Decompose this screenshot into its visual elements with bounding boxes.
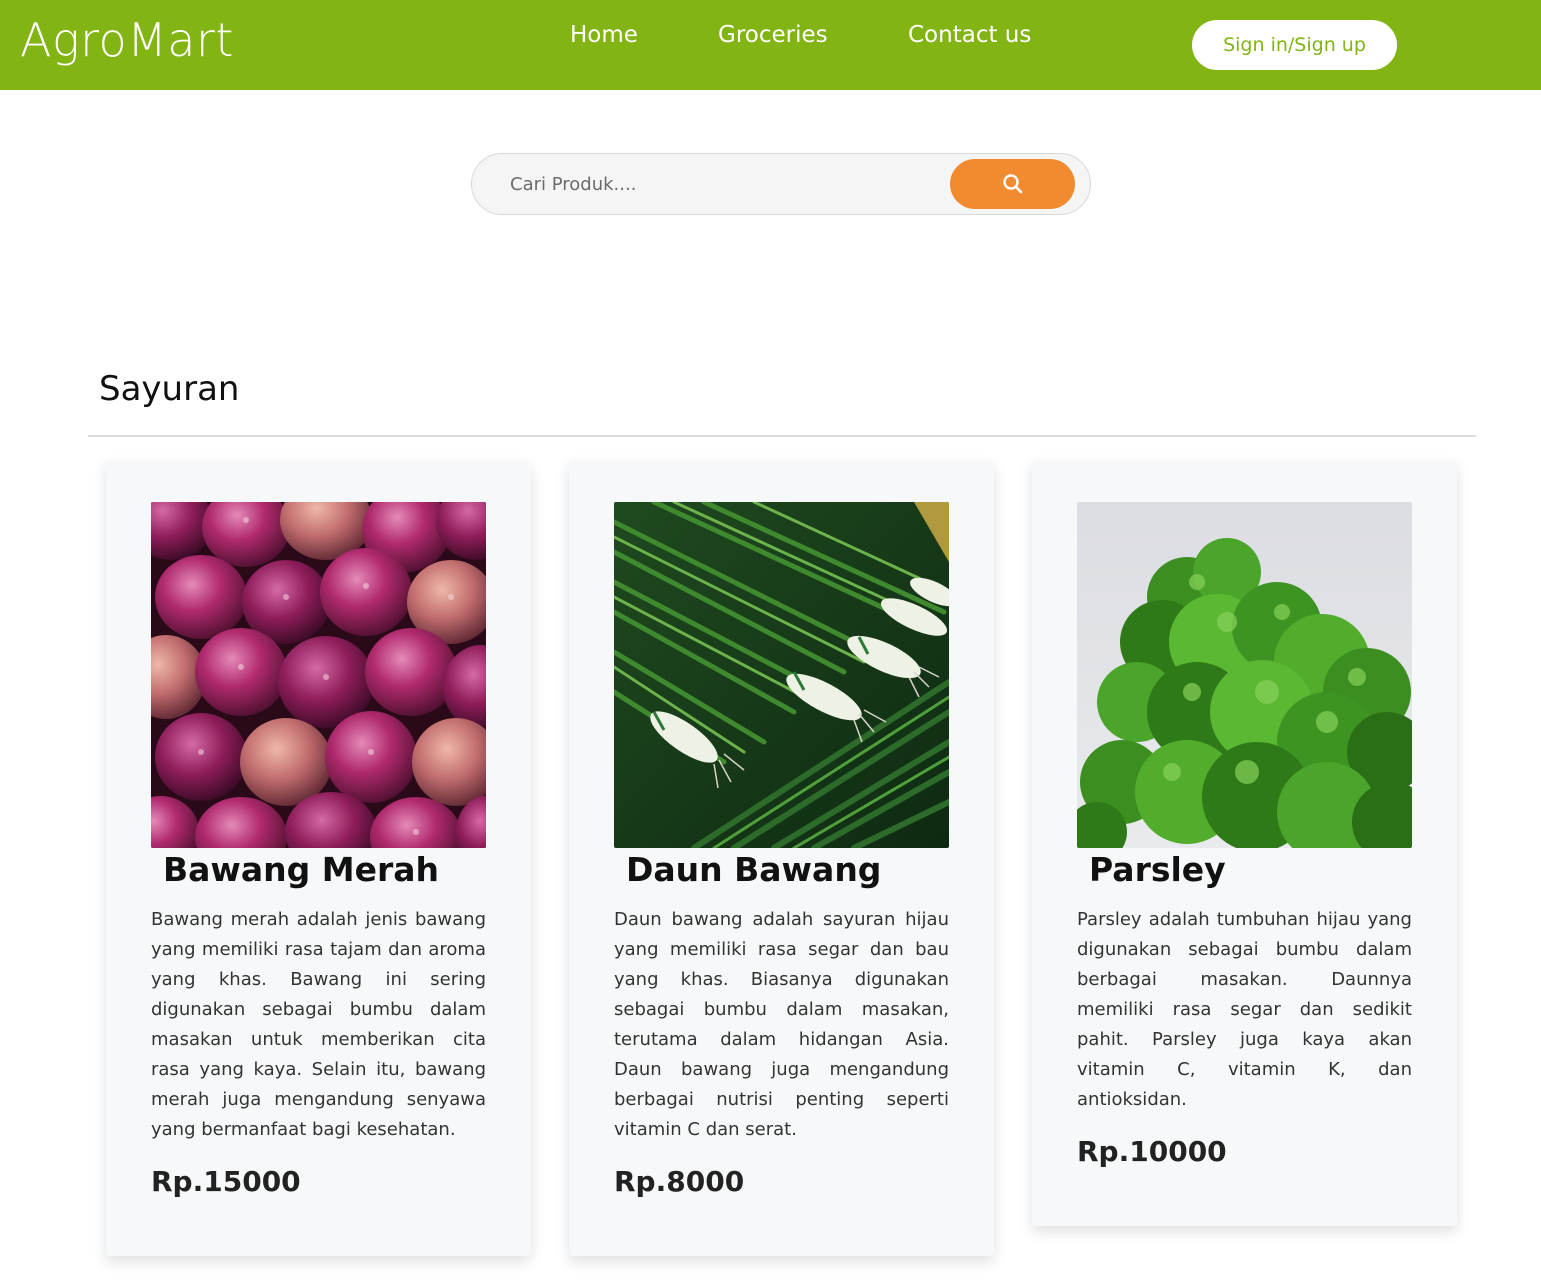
- search-bar: [471, 153, 1091, 215]
- product-card-daun-bawang[interactable]: Daun Bawang Daun bawang adalah sayuran h…: [569, 460, 994, 1256]
- product-description: Bawang merah adalah jenis bawang yang me…: [151, 909, 486, 1140]
- product-card-bawang-merah[interactable]: Bawang Merah Bawang merah adalah jenis b…: [106, 460, 531, 1256]
- sign-in-button[interactable]: Sign in/Sign up: [1192, 20, 1397, 70]
- product-card-parsley[interactable]: Parsley Parsley adalah tumbuhan hijau ya…: [1032, 460, 1457, 1226]
- product-price: Rp.10000: [1077, 1135, 1227, 1168]
- nav-link-contact-us[interactable]: Contact us: [908, 18, 1031, 52]
- product-name: Bawang Merah: [163, 850, 440, 889]
- nav-link-home[interactable]: Home: [570, 18, 638, 52]
- section-divider: [88, 435, 1476, 437]
- product-image-green-onions: [614, 502, 949, 848]
- product-price: Rp.8000: [614, 1165, 745, 1198]
- navbar: AgroMart Home Groceries Contact us Sign …: [0, 0, 1541, 90]
- product-name: Daun Bawang: [626, 850, 882, 889]
- section-title: Sayuran: [99, 369, 240, 409]
- product-name: Parsley: [1089, 850, 1226, 889]
- product-price: Rp.15000: [151, 1165, 301, 1198]
- brand-logo[interactable]: AgroMart: [20, 10, 234, 70]
- product-image-parsley: [1077, 502, 1412, 848]
- search-input[interactable]: [494, 162, 934, 206]
- nav-link-groceries[interactable]: Groceries: [718, 18, 828, 52]
- product-description: Daun bawang adalah sayuran hijau yang me…: [614, 909, 949, 1140]
- product-description: Parsley adalah tumbuhan hijau yang digun…: [1077, 909, 1412, 1110]
- search-icon: [1002, 174, 1022, 194]
- product-image-red-onions: [151, 502, 486, 848]
- search-button[interactable]: [950, 159, 1075, 209]
